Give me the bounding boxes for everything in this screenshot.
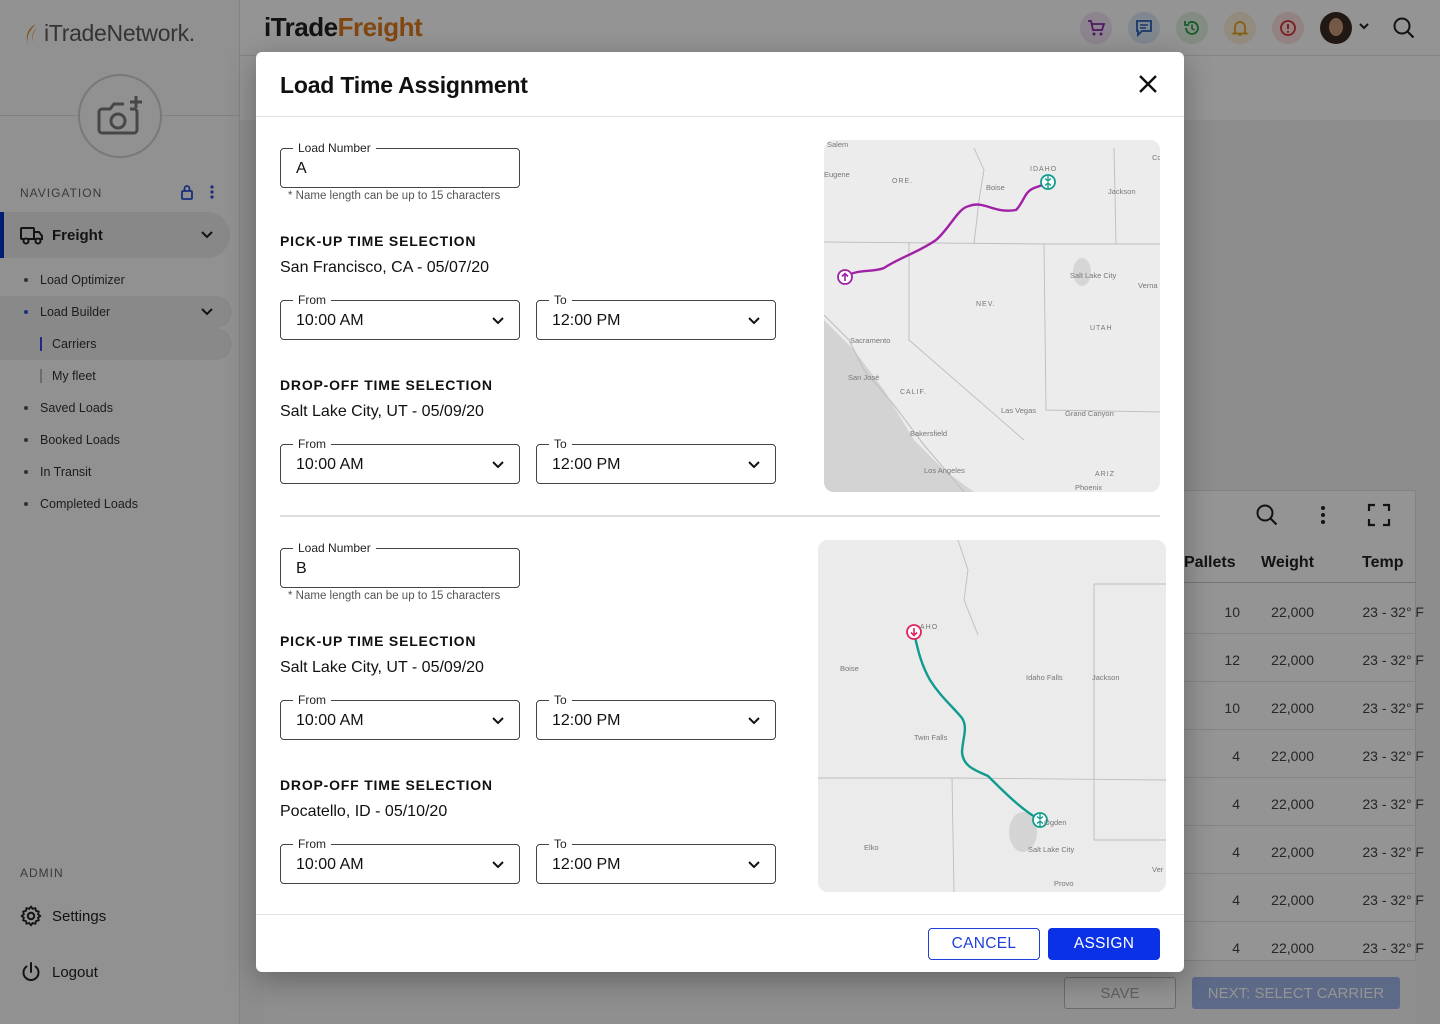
cancel-button[interactable]: CANCEL <box>928 928 1040 960</box>
field-label: To <box>549 693 572 707</box>
map-label: Grand Canyon <box>1065 409 1114 418</box>
map-label: UTAH <box>1090 325 1113 332</box>
dropoff-section-title: DROP-OFF TIME SELECTION <box>280 777 493 793</box>
field-label: From <box>293 293 331 307</box>
chevron-down-icon <box>747 713 761 732</box>
map-label: Las Vegas <box>1001 406 1036 415</box>
field-value: 10:00 AM <box>296 712 364 729</box>
map-label: ORE. <box>892 178 913 185</box>
field-value: 10:00 AM <box>296 456 364 473</box>
field-value: 10:00 AM <box>296 312 364 329</box>
assign-button[interactable]: ASSIGN <box>1048 928 1160 960</box>
map-label: Bakersfield <box>910 429 947 438</box>
field-label: From <box>293 437 331 451</box>
chevron-down-icon <box>491 313 505 332</box>
dropoff-section-title: DROP-OFF TIME SELECTION <box>280 377 493 393</box>
pickup-to-select[interactable]: To 12:00 PM <box>536 293 776 340</box>
map-label: Elko <box>864 843 879 852</box>
field-value: 12:00 PM <box>552 856 621 873</box>
map-canvas: AHO Boise Idaho Falls Jackson Twin Falls… <box>818 540 1166 892</box>
chevron-down-icon <box>747 857 761 876</box>
map-label: Idaho Falls <box>1026 673 1063 682</box>
map-canvas: Salem IDAHO Eugene ORE. Boise Jackson Sa… <box>824 140 1160 492</box>
map-label: CALIF. <box>900 389 927 396</box>
map-label: ARIZ <box>1095 471 1115 478</box>
dropoff-to-select[interactable]: To 12:00 PM <box>536 437 776 484</box>
dropoff-location: Pocatello, ID - 05/10/20 <box>280 803 448 820</box>
map-label: Jackson <box>1108 187 1136 196</box>
pickup-from-select[interactable]: From 10:00 AM <box>280 293 520 340</box>
map-label: Jackson <box>1092 673 1120 682</box>
load-number-field[interactable]: Load Number B <box>280 541 520 588</box>
load-number-field[interactable]: Load Number A <box>280 141 520 188</box>
map-label: Ogden <box>1044 818 1067 827</box>
pickup-to-select[interactable]: To 12:00 PM <box>536 693 776 740</box>
map-label: Boise <box>986 183 1005 192</box>
map-label: Salem <box>827 140 848 149</box>
field-label: To <box>549 437 572 451</box>
map-label: NEV. <box>976 301 996 308</box>
close-icon[interactable] <box>1136 72 1160 96</box>
map-label: Ver <box>1152 865 1164 874</box>
field-value: 12:00 PM <box>552 312 621 329</box>
load-number-hint: * Name length can be up to 15 characters <box>288 590 501 602</box>
map-label: Salt Lake City <box>1070 271 1117 280</box>
field-value: 10:00 AM <box>296 856 364 873</box>
route-map-b[interactable]: AHO Boise Idaho Falls Jackson Twin Falls… <box>818 540 1166 892</box>
route-map-a[interactable]: Salem IDAHO Eugene ORE. Boise Jackson Sa… <box>824 140 1160 492</box>
dropoff-from-select[interactable]: From 10:00 AM <box>280 837 520 884</box>
load-divider <box>280 515 1160 517</box>
map-label: Los Angeles <box>924 466 965 475</box>
map-label: Twin Falls <box>914 733 948 742</box>
field-label: From <box>293 837 331 851</box>
map-label: Co <box>1152 153 1160 162</box>
chevron-down-icon <box>747 457 761 476</box>
dropoff-location: Salt Lake City, UT - 05/09/20 <box>280 403 484 420</box>
field-label: To <box>549 293 572 307</box>
map-label: Provo <box>1054 879 1074 888</box>
dialog-footer-divider <box>256 914 1184 915</box>
pickup-section-title: PICK-UP TIME SELECTION <box>280 633 477 649</box>
pickup-section-title: PICK-UP TIME SELECTION <box>280 233 477 249</box>
dropoff-from-select[interactable]: From 10:00 AM <box>280 437 520 484</box>
pickup-location: Salt Lake City, UT - 05/09/20 <box>280 659 484 676</box>
dialog-header-divider <box>256 116 1184 117</box>
load-time-assignment-dialog: Load Time Assignment Load Number A * Nam… <box>256 52 1184 972</box>
field-label: To <box>549 837 572 851</box>
map-label: Eugene <box>824 170 850 179</box>
field-label: From <box>293 693 331 707</box>
field-label: Load Number <box>293 141 376 155</box>
chevron-down-icon <box>491 457 505 476</box>
map-label: San José <box>848 373 879 382</box>
field-label: Load Number <box>293 541 376 555</box>
field-value: B <box>296 560 307 577</box>
chevron-down-icon <box>747 313 761 332</box>
dialog-title: Load Time Assignment <box>280 72 528 98</box>
dropoff-to-select[interactable]: To 12:00 PM <box>536 837 776 884</box>
map-label: Sacramento <box>850 336 890 345</box>
map-label: Salt Lake City <box>1028 845 1075 854</box>
map-label: Verna <box>1138 281 1158 290</box>
field-value: 12:00 PM <box>552 456 621 473</box>
field-value: A <box>296 160 307 177</box>
chevron-down-icon <box>491 713 505 732</box>
pickup-from-select[interactable]: From 10:00 AM <box>280 693 520 740</box>
load-number-hint: * Name length can be up to 15 characters <box>288 190 501 202</box>
chevron-down-icon <box>491 857 505 876</box>
map-label: IDAHO <box>1030 166 1057 173</box>
pickup-location: San Francisco, CA - 05/07/20 <box>280 259 489 276</box>
map-label: Boise <box>840 664 859 673</box>
map-label: Phoenix <box>1075 483 1102 492</box>
map-label: AHO <box>920 624 938 631</box>
field-value: 12:00 PM <box>552 712 621 729</box>
